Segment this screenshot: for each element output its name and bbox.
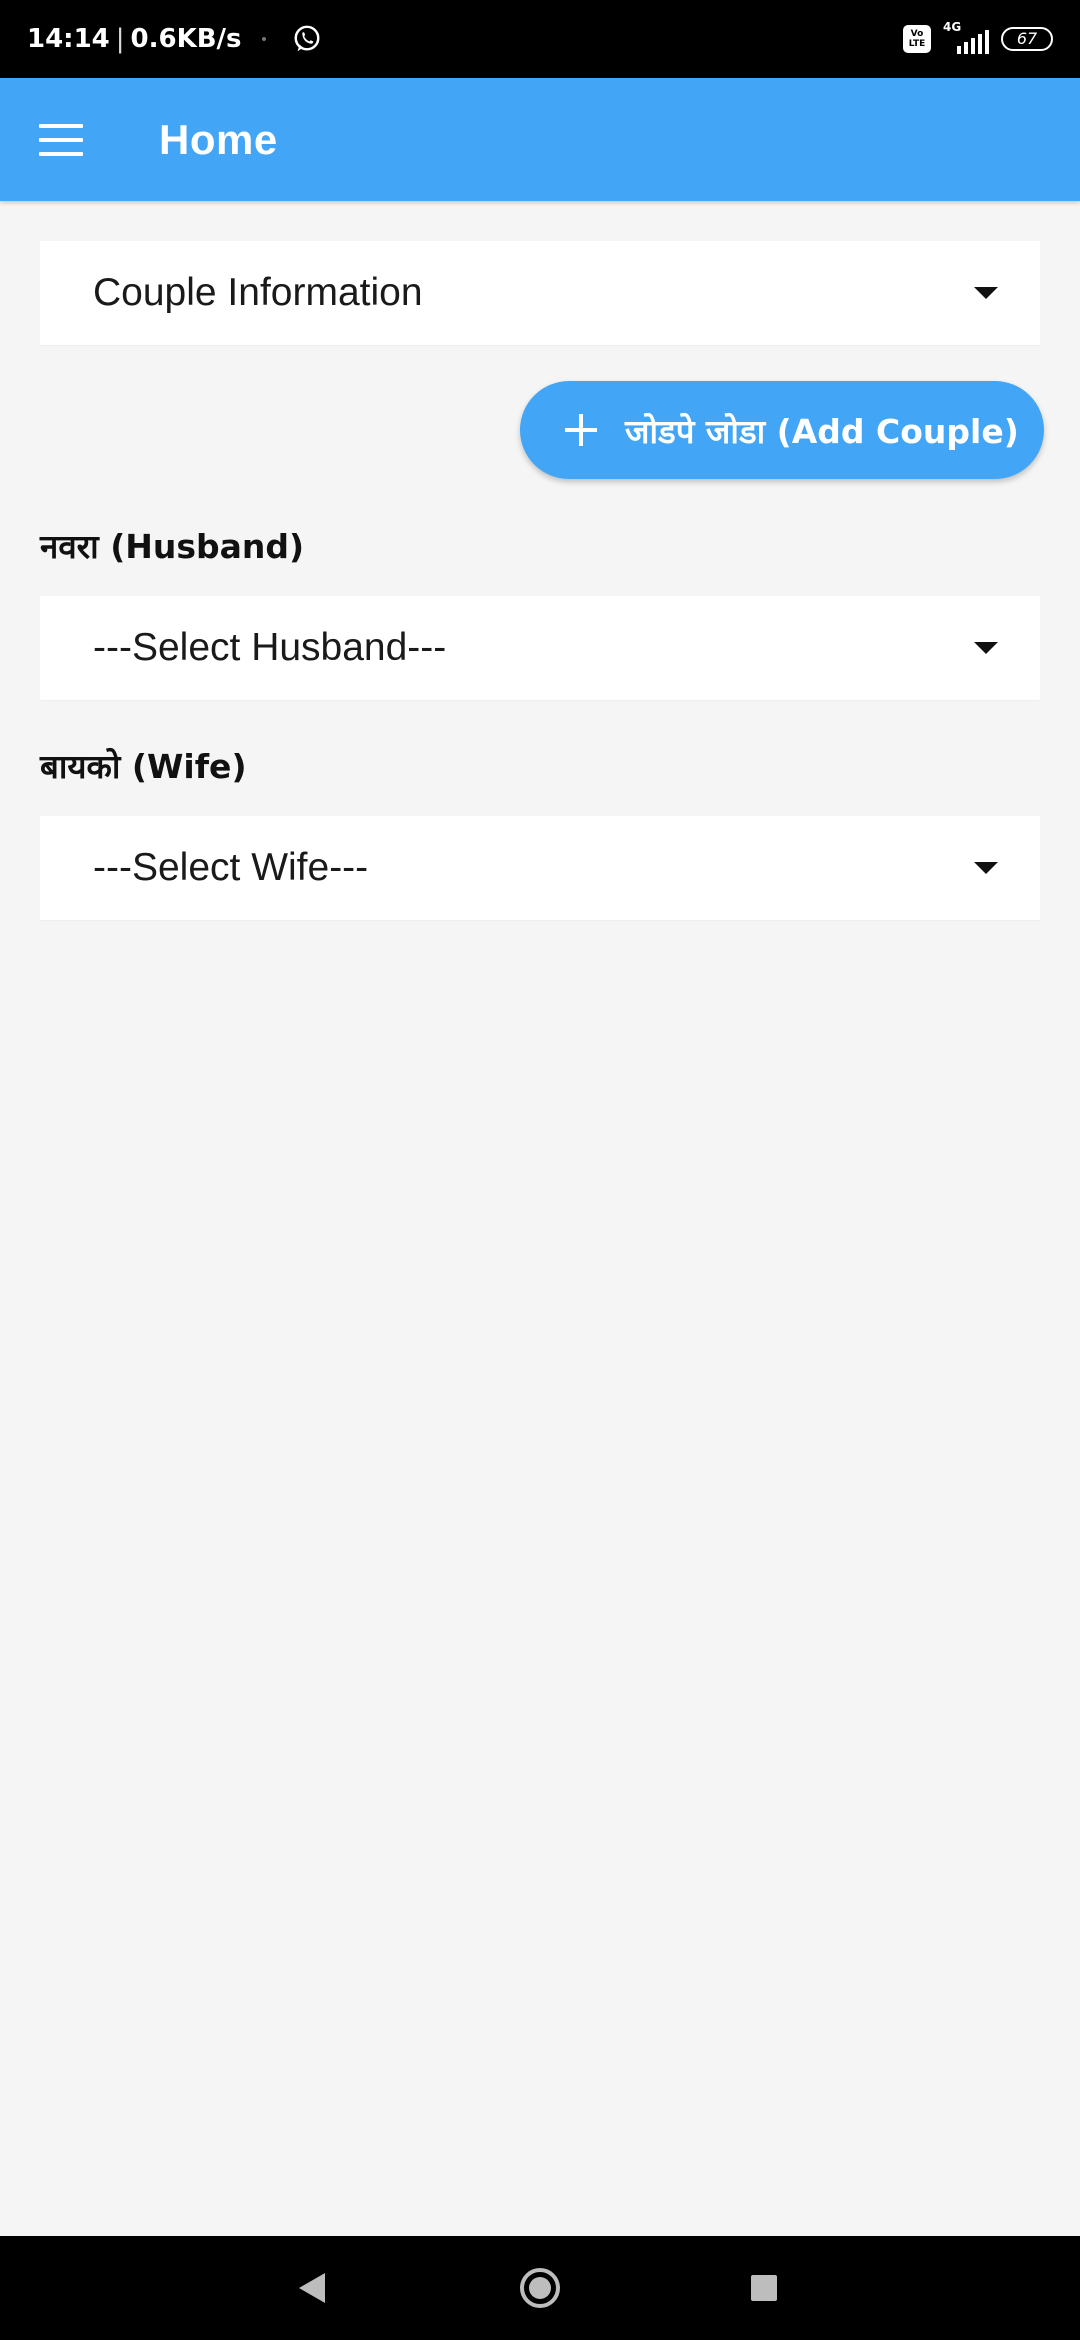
add-couple-label: जोडपे जोडा (Add Couple): [625, 411, 1019, 451]
volte-icon: Vo LTE: [903, 25, 931, 53]
husband-label: नवरा (Husband): [40, 527, 305, 566]
network-speed: 0.6KB/s: [130, 24, 242, 54]
app-bar: Home: [0, 78, 1080, 201]
menu-icon[interactable]: [39, 123, 83, 156]
couple-information-dropdown[interactable]: Couple Information: [40, 241, 1040, 345]
status-right: Vo LTE 4G 67: [903, 20, 1053, 56]
back-icon[interactable]: [299, 2273, 325, 2303]
whatsapp-icon: [294, 25, 319, 52]
volte-line-1: Vo: [910, 29, 924, 39]
status-separator: |: [115, 24, 125, 54]
page-title: Home: [159, 115, 278, 163]
status-bar: 14:14 | 0.6KB/s Vo LTE 4G 67: [0, 0, 1080, 78]
husband-value: ---Select Husband---: [93, 626, 447, 669]
menu-line: [39, 137, 83, 142]
screen: 14:14 | 0.6KB/s Vo LTE 4G 67 Home Couple…: [0, 0, 1080, 2340]
recent-apps-icon[interactable]: [751, 2275, 777, 2301]
wife-dropdown[interactable]: ---Select Wife---: [40, 816, 1040, 920]
volte-line-2: LTE: [908, 39, 926, 49]
caret-down-icon: [974, 862, 998, 874]
network-indicator: 4G: [943, 20, 989, 56]
menu-line: [39, 151, 83, 156]
home-icon[interactable]: [520, 2268, 560, 2308]
wife-value: ---Select Wife---: [93, 846, 369, 889]
status-dot: [261, 37, 266, 41]
wife-label: बायको (Wife): [40, 747, 247, 786]
add-couple-button[interactable]: जोडपे जोडा (Add Couple): [520, 381, 1044, 479]
couple-information-value: Couple Information: [93, 271, 423, 314]
navigation-bar: [0, 2236, 1080, 2340]
menu-line: [39, 123, 83, 128]
status-left: 14:14 | 0.6KB/s: [27, 24, 322, 54]
husband-dropdown[interactable]: ---Select Husband---: [40, 596, 1040, 700]
status-time: 14:14: [27, 24, 110, 54]
caret-down-icon: [974, 287, 998, 299]
signal-icon: [957, 30, 989, 54]
plus-icon: [565, 414, 597, 446]
battery-level: 67: [1016, 29, 1038, 48]
battery-icon: 67: [1001, 27, 1053, 51]
caret-down-icon: [974, 642, 998, 654]
